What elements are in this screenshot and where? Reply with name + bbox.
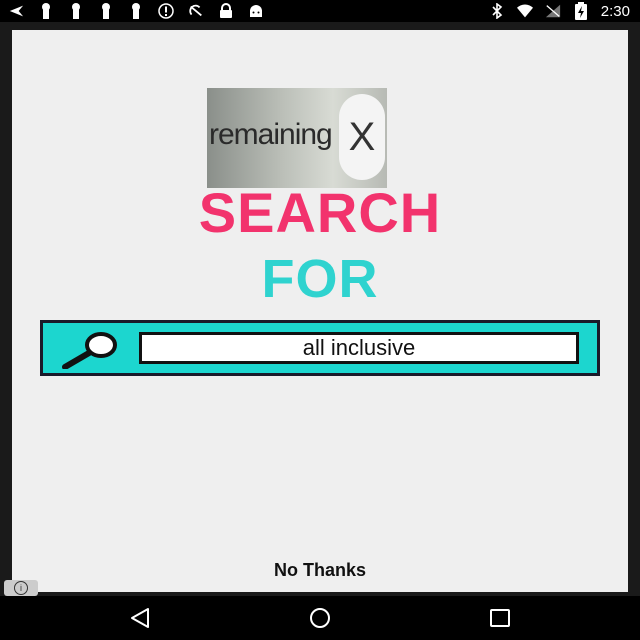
ad-info-badge[interactable]: i — [4, 580, 38, 596]
search-banner[interactable]: all inclusive — [40, 320, 600, 376]
search-icon — [62, 332, 117, 369]
keyhole-icon — [98, 3, 114, 19]
keyhole-icon — [128, 3, 144, 19]
ad-thumbnail-text: remaining — [209, 118, 333, 151]
headline-for: FOR — [261, 249, 379, 309]
wifi-icon — [516, 3, 533, 19]
no-sync-icon — [188, 3, 204, 19]
ad-thumbnail-image[interactable]: remaining X — [207, 88, 387, 188]
home-circle-icon[interactable] — [300, 606, 340, 630]
back-triangle-icon[interactable] — [120, 606, 160, 630]
status-bar-right: 2:30 — [489, 2, 630, 20]
app-frame: remaining X SEARCH FOR all inclusive No … — [0, 22, 640, 596]
close-glyph: X — [348, 114, 376, 159]
lock-icon — [218, 3, 234, 19]
android-icon — [248, 3, 264, 19]
search-query-text: all inclusive — [302, 335, 416, 360]
ad-thumbnail-close-icon: X — [339, 94, 385, 180]
search-query-field[interactable]: all inclusive — [139, 332, 579, 364]
status-bar: 2:30 — [0, 0, 640, 22]
interstitial-ad-panel[interactable]: remaining X SEARCH FOR all inclusive No … — [12, 30, 628, 592]
status-time: 2:30 — [600, 2, 630, 20]
bluetooth-icon — [489, 3, 505, 19]
recents-square-icon[interactable] — [480, 606, 520, 630]
keyhole-icon — [68, 3, 84, 19]
alert-circle-icon — [158, 3, 174, 19]
status-bar-left — [8, 2, 264, 20]
no-signal-icon — [545, 3, 561, 19]
keyhole-icon — [38, 3, 54, 19]
headline-search: SEARCH — [198, 181, 442, 244]
battery-charging-icon — [573, 2, 589, 20]
navigation-bar — [0, 596, 640, 640]
back-arrow-icon — [8, 3, 24, 19]
no-thanks-button[interactable]: No Thanks — [12, 560, 628, 581]
info-icon: i — [14, 581, 28, 595]
